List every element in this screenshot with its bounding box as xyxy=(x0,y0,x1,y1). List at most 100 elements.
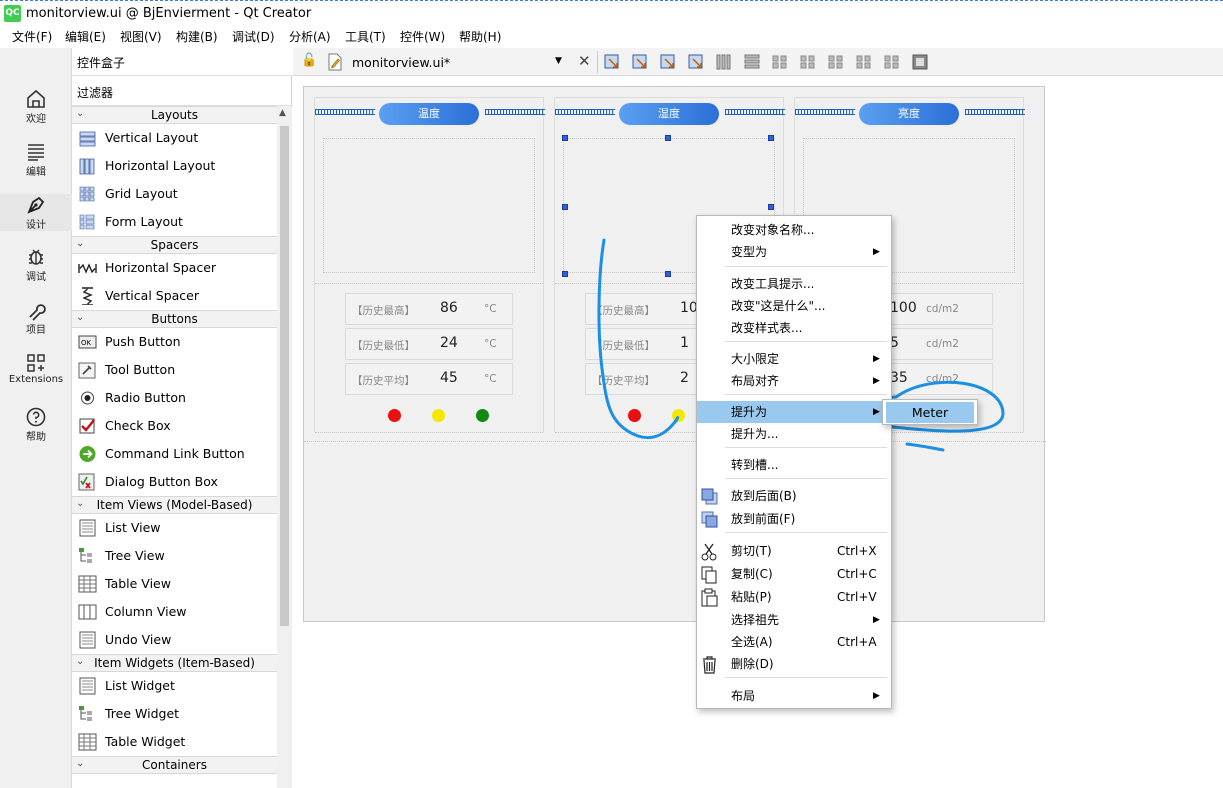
widget-item-form-layout[interactable]: Form Layout xyxy=(72,208,277,236)
widget-item-list-widget[interactable]: List Widget xyxy=(72,672,277,700)
widget-item-vertical-spacer[interactable]: Vertical Spacer xyxy=(72,282,277,310)
menu-widgets[interactable]: 控件(W) xyxy=(398,28,447,45)
open-file-name[interactable]: monitorview.ui* xyxy=(352,55,450,70)
category-item-views-model-based[interactable]: ⌄ Item Views (Model-Based) xyxy=(72,496,277,514)
menu-analyze[interactable]: 分析(A) xyxy=(287,28,333,45)
mode-label: 设计 xyxy=(26,220,46,231)
widget-item-dialog-button-box[interactable]: Dialog Button Box xyxy=(72,468,277,496)
menu-item-label: 改变工具提示... xyxy=(731,277,815,291)
context-menu-item[interactable]: 粘贴(P) Ctrl+V xyxy=(697,586,891,608)
context-menu-item[interactable]: 改变对象名称... xyxy=(697,219,891,241)
menu-debug[interactable]: 调试(D) xyxy=(230,28,277,45)
mode-help[interactable]: 帮助 xyxy=(0,406,72,443)
context-menu-item[interactable]: 转到槽... xyxy=(697,454,891,476)
context-menu-item[interactable]: 改变工具提示... xyxy=(697,273,891,295)
menu-tools[interactable]: 工具(T) xyxy=(343,28,388,45)
widget-item-command-link-button[interactable]: Command Link Button xyxy=(72,440,277,468)
edit-widgets-icon[interactable] xyxy=(603,53,621,71)
context-menu-item[interactable]: 大小限定 ▶ xyxy=(697,348,891,370)
context-menu-item[interactable]: 选择祖先 ▶ xyxy=(697,609,891,631)
scrollbar-thumb[interactable] xyxy=(280,126,289,626)
undo-view-icon xyxy=(79,631,96,649)
widget-item-list-view[interactable]: List View xyxy=(72,514,277,542)
widget-item-push-button[interactable]: OK Push Button xyxy=(72,328,277,356)
widget-item-horizontal-spacer[interactable]: Horizontal Spacer xyxy=(72,254,277,282)
widget-item-check-box[interactable]: Check Box xyxy=(72,412,277,440)
context-menu-item[interactable]: 复制(C) Ctrl+C xyxy=(697,563,891,585)
mode-projects[interactable]: 项目 xyxy=(0,299,72,336)
menu-build[interactable]: 构建(B) xyxy=(174,28,220,45)
context-menu-item[interactable]: 全选(A) Ctrl+A xyxy=(697,631,891,653)
menu-item-label: 删除(D) xyxy=(731,657,774,671)
menu-view[interactable]: 视图(V) xyxy=(118,28,164,45)
mode-extensions[interactable]: Extensions xyxy=(0,352,72,385)
chevron-down-icon: ⌄ xyxy=(76,656,85,667)
context-menu-item[interactable]: 放到后面(B) xyxy=(697,485,891,507)
widget-item-column-view[interactable]: Column View xyxy=(72,598,277,626)
edit-buddies-icon[interactable] xyxy=(659,53,677,71)
lay-out-vertical-splitter-icon[interactable] xyxy=(799,53,817,71)
mode-edit[interactable]: 编辑 xyxy=(0,141,72,178)
list-view-icon xyxy=(79,519,96,537)
menu-help[interactable]: 帮助(H) xyxy=(457,28,503,45)
context-menu-item[interactable]: 提升为 ▶ xyxy=(697,401,891,423)
lay-out-form-icon[interactable] xyxy=(827,53,845,71)
lay-out-grid-icon[interactable] xyxy=(855,53,873,71)
context-menu-item[interactable]: 删除(D) xyxy=(697,653,891,675)
menu-file[interactable]: 文件(F) xyxy=(10,28,54,45)
category-containers[interactable]: ⌄ Containers xyxy=(72,756,277,774)
category-item-widgets-item-based[interactable]: ⌄ Item Widgets (Item-Based) xyxy=(72,654,277,672)
app-icon: QC xyxy=(4,5,21,22)
help-icon xyxy=(26,407,46,427)
menu-item-label: 变型为 xyxy=(731,245,768,259)
lay-out-horizontal-splitter-icon[interactable] xyxy=(771,53,789,71)
context-menu-item[interactable]: 改变"这是什么"... xyxy=(697,295,891,317)
category-layouts[interactable]: ⌄ Layouts xyxy=(72,106,277,124)
menu-bar: 文件(F) 编辑(E) 视图(V) 构建(B) 调试(D) 分析(A) 工具(T… xyxy=(0,26,1223,48)
mode-debug[interactable]: 调试 xyxy=(0,246,72,283)
widget-item-label: Dialog Button Box xyxy=(105,474,218,489)
mode-label: 编辑 xyxy=(26,167,46,178)
widget-filter-input[interactable]: 过滤器 xyxy=(72,78,292,106)
category-buttons[interactable]: ⌄ Buttons xyxy=(72,310,277,328)
context-menu-item[interactable]: 放到前面(F) xyxy=(697,508,891,530)
category-spacers[interactable]: ⌄ Spacers xyxy=(72,236,277,254)
widget-item-vertical-layout[interactable]: Vertical Layout xyxy=(72,124,277,152)
break-layout-icon[interactable] xyxy=(883,53,901,71)
adjust-size-icon[interactable] xyxy=(911,53,929,71)
context-menu-item[interactable]: 剪切(T) Ctrl+X xyxy=(697,540,891,562)
widget-item-table-widget[interactable]: Table Widget xyxy=(72,728,277,756)
widget-item-tree-widget[interactable]: Tree Widget xyxy=(72,700,277,728)
widget-item-table-view[interactable]: Table View xyxy=(72,570,277,598)
widget-item-label: Tree Widget xyxy=(105,706,180,721)
lay-out-horizontally-icon[interactable] xyxy=(715,53,733,71)
mode-welcome[interactable]: 欢迎 xyxy=(0,88,72,125)
menu-edit[interactable]: 编辑(E) xyxy=(63,28,108,45)
lay-out-vertically-icon[interactable] xyxy=(743,53,761,71)
edit-tab-order-icon[interactable] xyxy=(687,53,705,71)
edit-signals-slots-icon[interactable] xyxy=(631,53,649,71)
context-menu-item[interactable]: 布局对齐 ▶ xyxy=(697,370,891,392)
promote-meter-item[interactable]: Meter xyxy=(886,402,974,423)
mode-design[interactable]: 设计 xyxy=(0,194,72,231)
widget-item-grid-layout[interactable]: Grid Layout xyxy=(72,180,277,208)
menu-separator xyxy=(725,266,887,267)
context-menu-item[interactable]: 改变样式表... xyxy=(697,317,891,339)
lock-icon: 🔓 xyxy=(301,53,318,68)
widget-item-radio-button[interactable]: Radio Button xyxy=(72,384,277,412)
file-dropdown-icon[interactable]: ▼ xyxy=(555,56,562,66)
submenu-arrow-icon: ▶ xyxy=(873,376,880,386)
context-menu-item[interactable]: 提升为... xyxy=(697,423,891,445)
widget-item-tool-button[interactable]: Tool Button xyxy=(72,356,277,384)
widget-item-label: Form Layout xyxy=(105,214,183,229)
home-icon xyxy=(27,89,45,108)
widget-box-scrollbar[interactable]: ▲ xyxy=(277,106,292,788)
widget-item-tree-view[interactable]: Tree View xyxy=(72,542,277,570)
menu-separator xyxy=(725,478,887,479)
widget-item-horizontal-layout[interactable]: Horizontal Layout xyxy=(72,152,277,180)
context-menu-item[interactable]: 变型为 ▶ xyxy=(697,241,891,263)
context-menu-item[interactable]: 布局 ▶ xyxy=(697,685,891,707)
scroll-up-icon[interactable]: ▲ xyxy=(279,108,286,118)
close-file-icon[interactable]: ✕ xyxy=(578,52,591,70)
widget-item-undo-view[interactable]: Undo View xyxy=(72,626,277,654)
